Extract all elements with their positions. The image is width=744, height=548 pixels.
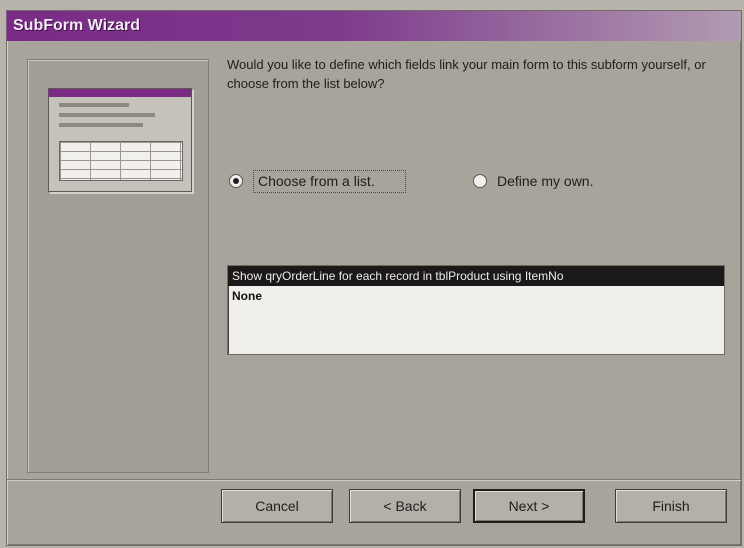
wizard-question: Would you like to define which fields li… <box>227 57 706 91</box>
finish-button-label: Finish <box>652 498 690 514</box>
subform-wizard-dialog: SubForm Wizard Would you like to define … <box>6 10 742 546</box>
finish-button[interactable]: Finish <box>615 489 727 523</box>
window-title: SubForm Wizard <box>13 17 140 34</box>
preview-title-bar <box>49 89 191 97</box>
preview-field-line <box>59 123 143 127</box>
preview-field-line <box>59 103 129 107</box>
radio-define-my-own[interactable] <box>473 174 487 188</box>
cancel-button-label: Cancel <box>255 498 299 514</box>
option-define-my-own[interactable]: Define my own. <box>473 169 593 193</box>
link-fields-listbox[interactable]: Show qryOrderLine for each record in tbl… <box>227 265 725 355</box>
define-my-own-label[interactable]: Define my own. <box>497 173 593 189</box>
wizard-illustration-panel <box>27 59 209 473</box>
button-separator <box>7 479 741 481</box>
title-bar[interactable]: SubForm Wizard <box>7 11 741 41</box>
form-preview-illustration <box>48 88 192 192</box>
next-button-label: Next > <box>508 498 550 514</box>
preview-subform-grid <box>59 141 183 181</box>
list-item[interactable]: None <box>228 286 724 306</box>
back-button[interactable]: < Back <box>349 489 461 523</box>
list-item-selected[interactable]: Show qryOrderLine for each record in tbl… <box>228 266 724 286</box>
preview-field-line <box>59 113 155 117</box>
next-button[interactable]: Next > <box>473 489 585 523</box>
cancel-button[interactable]: Cancel <box>221 489 333 523</box>
back-button-label: < Back <box>383 498 427 514</box>
choose-from-list-label[interactable]: Choose from a list. <box>253 169 406 193</box>
radio-choose-from-list[interactable] <box>229 174 243 188</box>
option-choose-from-list[interactable]: Choose from a list. <box>229 169 406 193</box>
